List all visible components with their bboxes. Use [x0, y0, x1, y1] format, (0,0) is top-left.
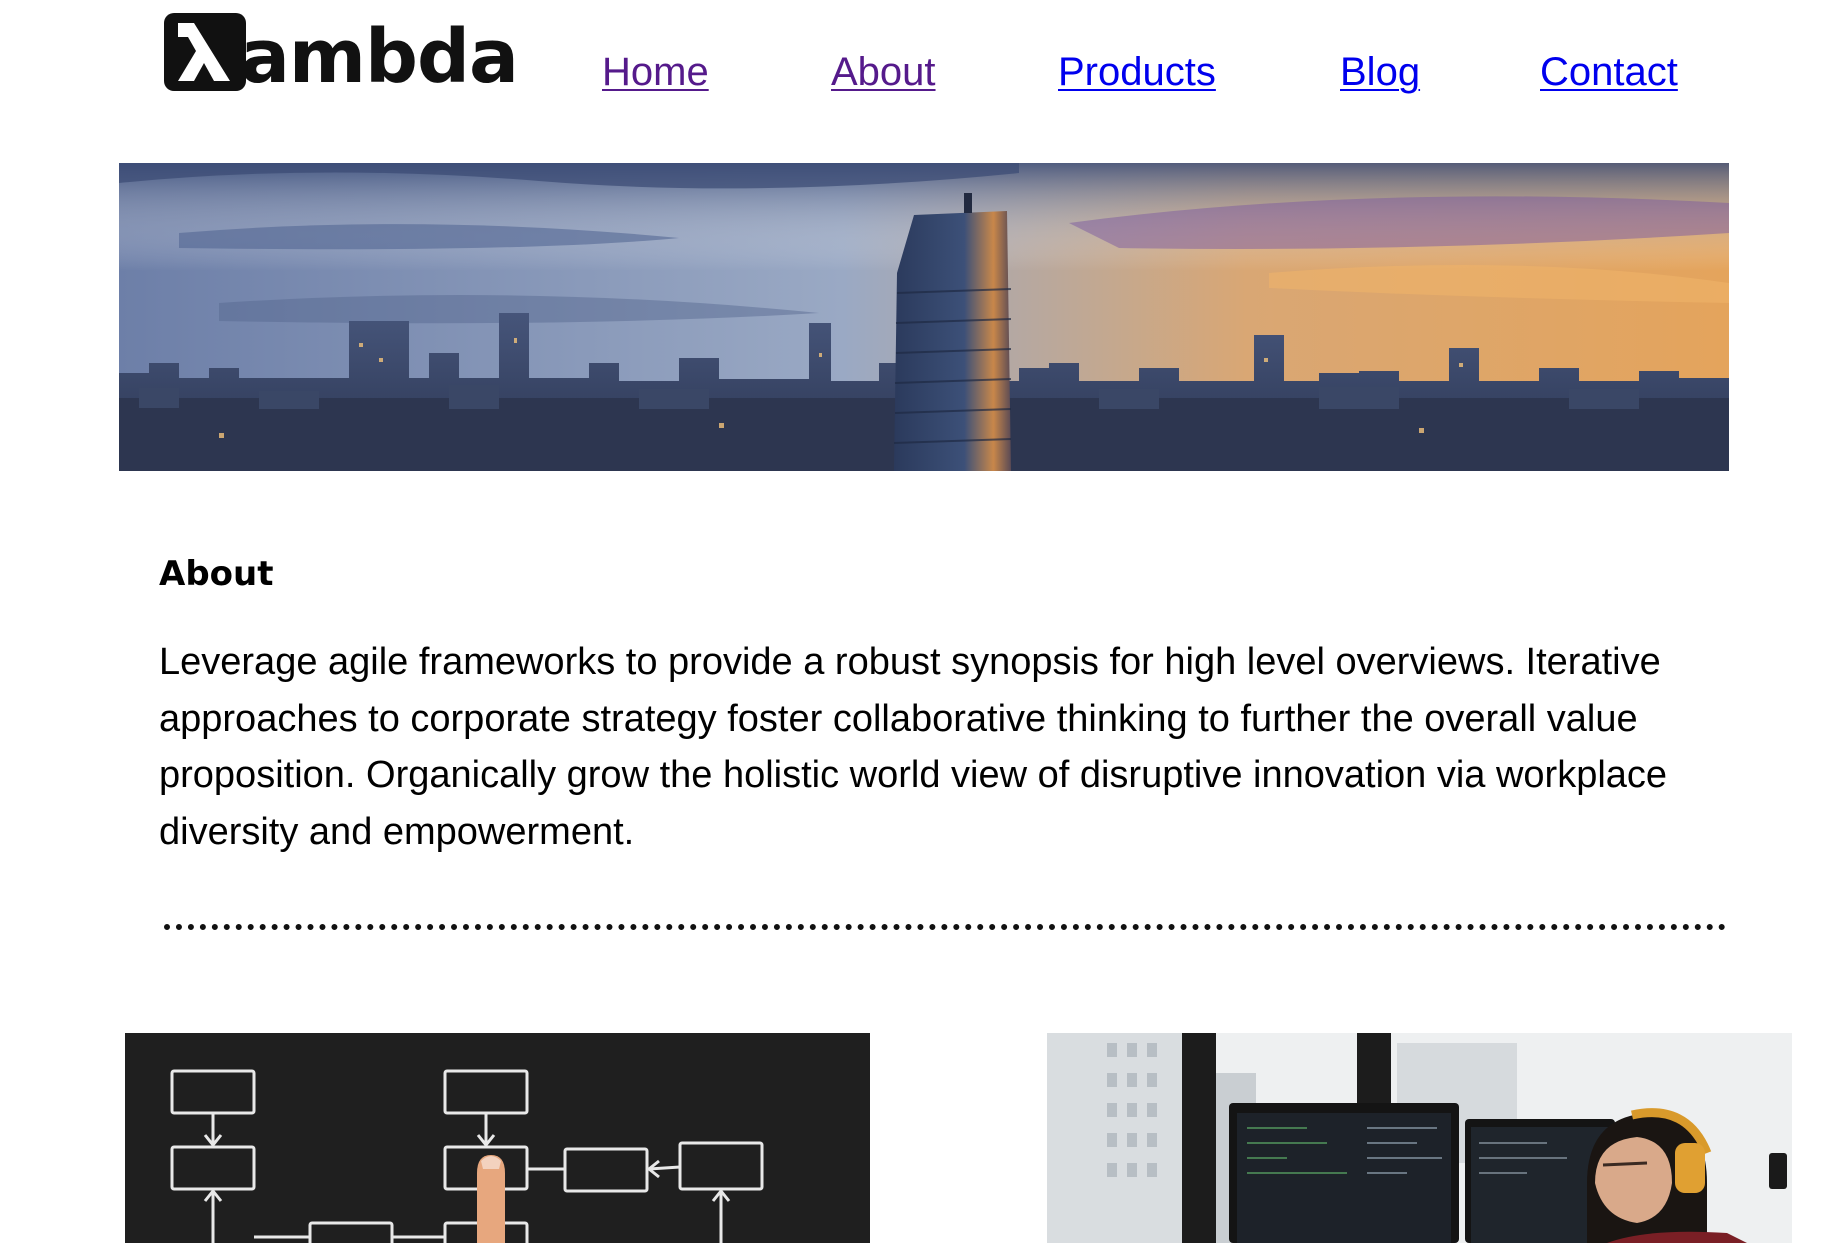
- nav-link-products[interactable]: Products: [1058, 44, 1216, 100]
- hero-skyline-image: [119, 163, 1729, 471]
- about-paragraph: Leverage agile frameworks to provide a r…: [159, 641, 1668, 853]
- dotted-divider: [164, 924, 1726, 930]
- flowchart-image: [125, 1033, 870, 1243]
- developer-image: [1047, 1033, 1792, 1243]
- nav-link-contact[interactable]: Contact: [1540, 44, 1678, 100]
- nav-link-blog[interactable]: Blog: [1340, 44, 1420, 100]
- main-navigation: Home About Products Blog Contact: [0, 44, 1840, 104]
- nav-link-home[interactable]: Home: [602, 44, 709, 100]
- nav-link-about[interactable]: About: [831, 44, 936, 100]
- about-heading: About: [159, 554, 274, 594]
